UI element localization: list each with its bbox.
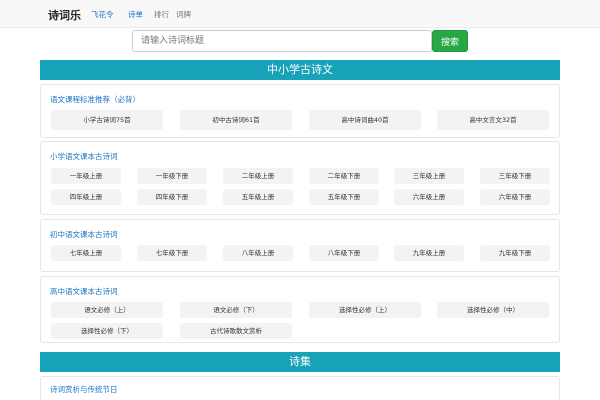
card-title: 初中语文课本古诗词 [50, 230, 118, 239]
search-button[interactable]: 搜索 [432, 30, 468, 52]
grade-button[interactable]: 一年级下册 [137, 168, 207, 184]
grade-button[interactable]: 三年级上册 [394, 168, 464, 184]
nav-link-cipai[interactable]: 词牌 [176, 9, 191, 20]
textbook-button[interactable]: 语文必修（上） [51, 302, 163, 318]
card-title: 小学语文课本古诗词 [50, 152, 118, 161]
grade-button[interactable]: 六年级下册 [480, 189, 550, 205]
grade-button[interactable]: 四年级上册 [51, 189, 121, 205]
grade-button[interactable]: 七年级下册 [137, 245, 207, 261]
grade-button[interactable]: 八年级下册 [309, 245, 379, 261]
card-title: 高中语文课本古诗词 [50, 287, 118, 296]
card-title: 诗词赏析与传统节日 [50, 385, 118, 394]
brand-logo[interactable]: 诗词乐 [48, 7, 81, 23]
list-button[interactable]: 小学古诗词75首 [51, 110, 163, 130]
grade-button[interactable]: 九年级下册 [480, 245, 550, 261]
nav-link-feihualing[interactable]: 飞花令 [91, 9, 114, 20]
card-curriculum: 语文课程标准推荐（必背） 小学古诗词75首 初中古诗词61首 高中诗词曲40首 … [40, 84, 560, 138]
card-title: 语文课程标准推荐（必背） [50, 95, 140, 104]
top-navbar: 诗词乐 飞花令 诗单 排行 词牌 [0, 0, 600, 28]
list-button[interactable]: 初中古诗词61首 [180, 110, 292, 130]
card-high-school: 高中语文课本古诗词 语文必修（上） 语文必修（下） 选择性必修（上） 选择性必修… [40, 276, 560, 343]
section-banner-school: 中小学古诗文 [40, 60, 560, 80]
card-festivals: 诗词赏析与传统节日 [40, 376, 560, 400]
textbook-button[interactable]: 语文必修（下） [180, 302, 292, 318]
grade-button[interactable]: 三年级下册 [480, 168, 550, 184]
list-button[interactable]: 高中文言文32首 [437, 110, 549, 130]
textbook-button[interactable]: 古代诗歌散文赏析 [180, 323, 292, 339]
grade-button[interactable]: 五年级上册 [223, 189, 293, 205]
grade-button[interactable]: 二年级上册 [223, 168, 293, 184]
grade-button[interactable]: 一年级上册 [51, 168, 121, 184]
nav-link-paihang[interactable]: 排行 [154, 9, 169, 20]
textbook-button[interactable]: 选择性必修（中） [437, 302, 549, 318]
card-middle-school: 初中语文课本古诗词 七年级上册 七年级下册 八年级上册 八年级下册 九年级上册 … [40, 219, 560, 272]
textbook-button[interactable]: 选择性必修（上） [309, 302, 421, 318]
grade-button[interactable]: 九年级上册 [394, 245, 464, 261]
grade-button[interactable]: 二年级下册 [309, 168, 379, 184]
grade-button[interactable]: 八年级上册 [223, 245, 293, 261]
card-primary-school: 小学语文课本古诗词 一年级上册 一年级下册 二年级上册 二年级下册 三年级上册 … [40, 141, 560, 215]
nav-link-shidan[interactable]: 诗单 [128, 9, 143, 20]
grade-button[interactable]: 六年级上册 [394, 189, 464, 205]
section-banner-collections: 诗集 [40, 352, 560, 372]
grade-button[interactable]: 七年级上册 [51, 245, 121, 261]
grade-button[interactable]: 五年级下册 [309, 189, 379, 205]
grade-button[interactable]: 四年级下册 [137, 189, 207, 205]
list-button[interactable]: 高中诗词曲40首 [309, 110, 421, 130]
textbook-button[interactable]: 选择性必修（下） [51, 323, 163, 339]
search-input[interactable] [132, 30, 432, 52]
